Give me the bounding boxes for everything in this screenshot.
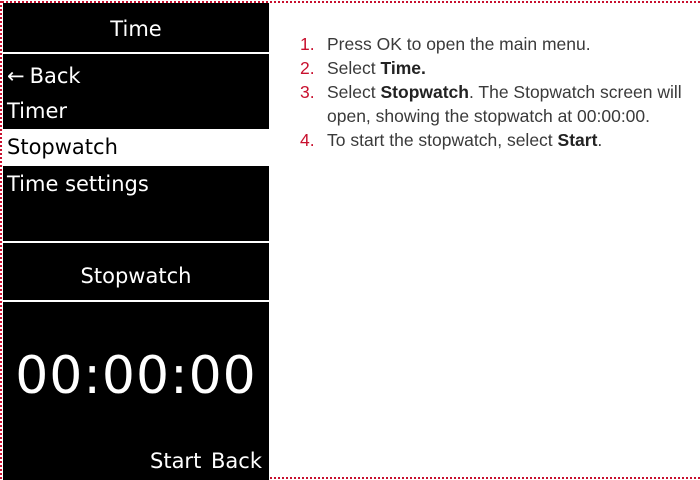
instruction-step: 4. To start the stopwatch, select Start.: [300, 128, 700, 152]
step-text: To start the stopwatch, select Start.: [327, 130, 602, 150]
arrow-left-icon: ←: [7, 64, 25, 88]
title-divider: [3, 52, 269, 54]
step-text-segment: Select: [327, 82, 381, 102]
menu-item-stopwatch[interactable]: Stopwatch: [3, 129, 269, 166]
step-number: 3.: [300, 82, 315, 102]
start-softkey[interactable]: Start: [150, 447, 201, 475]
step-number: 2.: [300, 58, 315, 78]
stopwatch-time-display: 00:00:00: [15, 346, 257, 406]
step-text: Press OK to open the main menu.: [327, 34, 591, 54]
dotted-frame-bottom: [270, 477, 700, 479]
back-softkey[interactable]: Back: [211, 447, 262, 475]
instruction-steps: 1. Press OK to open the main menu. 2. Selec…: [300, 32, 700, 152]
time-menu-screen: Time ← Back Timer Stopwatch Time settings: [3, 3, 269, 241]
title-divider: [3, 300, 269, 302]
step-text-segment: To start the stopwatch, select: [327, 130, 558, 150]
step-text: Select Time.: [327, 58, 426, 78]
menu-item-timer[interactable]: Timer: [3, 93, 269, 130]
screen-title: Stopwatch: [80, 264, 192, 288]
step-number: 4.: [300, 130, 315, 150]
stopwatch-screen: Stopwatch 00:00:00 Start Back: [3, 243, 269, 480]
step-text-segment: Select: [327, 58, 381, 78]
instruction-step: 1. Press OK to open the main menu.: [300, 32, 700, 56]
step-text-segment: .: [597, 130, 603, 150]
dotted-frame-left: [0, 1, 2, 479]
step-text: Select Stopwatch. The Stopwatch screen w…: [327, 82, 682, 126]
menu-item-label: Back: [29, 64, 81, 88]
step-text-bold: Stopwatch: [380, 82, 469, 102]
step-text-bold: Time.: [380, 58, 426, 78]
instruction-step: 3. Select Stopwatch. The Stopwatch screen…: [300, 80, 700, 128]
menu-item-label: Time settings: [7, 172, 149, 196]
step-number: 1.: [300, 34, 315, 54]
menu-item-back[interactable]: ← Back: [3, 58, 269, 95]
screen-title: Time: [110, 17, 162, 41]
step-text-bold: Start: [557, 130, 598, 150]
menu-item-time-settings[interactable]: Time settings: [3, 166, 269, 203]
menu-item-label: Timer: [7, 99, 68, 123]
step-text-segment: Press OK to open the main menu.: [327, 34, 591, 54]
menu-item-label: Stopwatch: [7, 135, 118, 159]
instruction-step: 2. Select Time.: [300, 56, 700, 80]
